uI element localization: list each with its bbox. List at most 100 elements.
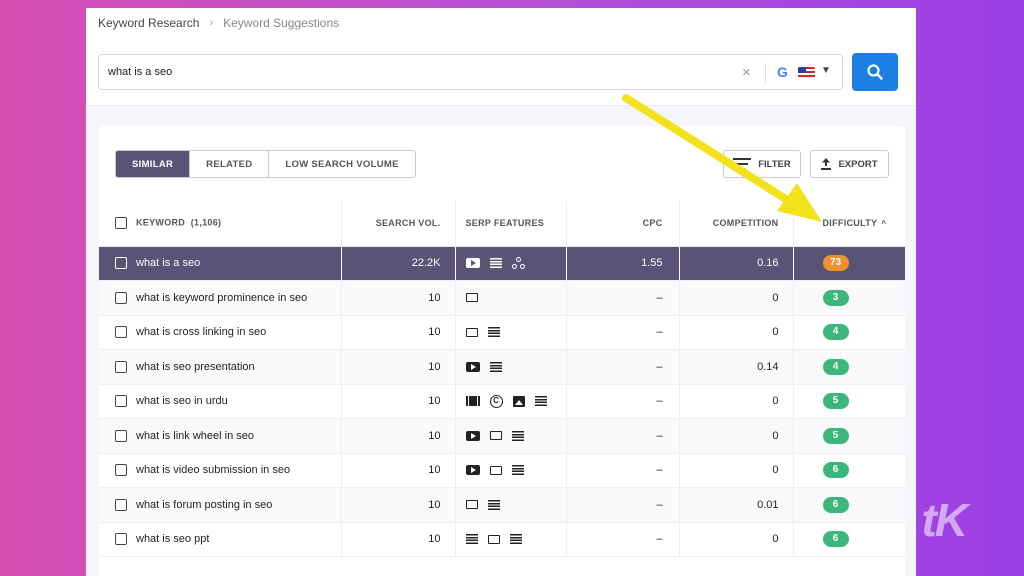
difficulty-cell: 6 bbox=[793, 522, 905, 557]
row-checkbox[interactable] bbox=[115, 360, 127, 373]
filter-button[interactable]: FILTER bbox=[723, 150, 801, 178]
snippet-icon bbox=[465, 327, 478, 337]
table-row[interactable]: what is cross linking in seo 10 –0 4 bbox=[99, 315, 905, 350]
keyword-text[interactable]: what is cross linking in seo bbox=[136, 326, 266, 338]
keyword-text[interactable]: what is keyword prominence in seo bbox=[136, 292, 307, 304]
tab-similar[interactable]: SIMILAR bbox=[116, 151, 191, 177]
table-row[interactable]: what is seo in urdu 10 C –0 5 bbox=[99, 384, 905, 419]
snippet-icon bbox=[465, 293, 478, 303]
us-flag-icon[interactable] bbox=[798, 67, 815, 79]
search-button[interactable] bbox=[852, 53, 898, 91]
row-checkbox[interactable] bbox=[115, 533, 127, 546]
row-checkbox[interactable] bbox=[115, 498, 127, 511]
keyword-cell: what is seo presentation bbox=[99, 349, 342, 385]
serp-features bbox=[465, 430, 524, 441]
row-checkbox[interactable] bbox=[115, 326, 127, 339]
serp-cell bbox=[455, 280, 567, 316]
serp-cell bbox=[455, 246, 567, 281]
cpc-cell: – bbox=[566, 349, 680, 385]
serp-features: C bbox=[465, 394, 547, 408]
difficulty-badge: 4 bbox=[822, 324, 849, 341]
column-difficulty[interactable]: DIFFICULTY ^ bbox=[793, 201, 905, 247]
cpc-cell: – bbox=[566, 453, 680, 488]
tab-low-search-volume[interactable]: LOW SEARCH VOLUME bbox=[269, 151, 414, 177]
list-icon bbox=[487, 499, 500, 510]
keyword-cell: what is seo in urdu bbox=[99, 384, 342, 419]
difficulty-badge: 6 bbox=[822, 496, 849, 513]
keyword-text[interactable]: what is seo in urdu bbox=[136, 395, 228, 407]
serp-cell bbox=[455, 487, 567, 523]
keyword-text[interactable]: what is a seo bbox=[136, 257, 200, 269]
keyword-text[interactable]: what is seo ppt bbox=[136, 533, 209, 545]
chevron-down-icon[interactable]: ▼ bbox=[821, 65, 831, 76]
difficulty-cell: 4 bbox=[793, 315, 905, 350]
search-input[interactable] bbox=[108, 55, 728, 89]
breadcrumb-parent[interactable]: Keyword Research bbox=[98, 16, 199, 30]
table-row[interactable]: what is forum posting in seo 10 –0.01 6 bbox=[99, 487, 905, 523]
competition-cell: 0.16 bbox=[679, 246, 794, 281]
table-row[interactable]: what is link wheel in seo 10 –0 5 bbox=[99, 418, 905, 454]
list-icon bbox=[489, 361, 502, 372]
difficulty-badge: 5 bbox=[822, 393, 849, 410]
app-window: Keyword Research › Keyword Suggestions ×… bbox=[86, 8, 916, 576]
keyword-cell: what is cross linking in seo bbox=[99, 315, 342, 350]
table-row[interactable]: what is seo presentation 10 –0.14 4 bbox=[99, 349, 905, 385]
keyword-cell: what is keyword prominence in seo bbox=[99, 280, 342, 316]
volume-cell: 10 bbox=[341, 384, 456, 419]
serp-cell bbox=[455, 349, 567, 385]
breadcrumb: Keyword Research › Keyword Suggestions bbox=[98, 16, 339, 30]
select-all-checkbox[interactable] bbox=[115, 217, 127, 230]
row-checkbox[interactable] bbox=[115, 464, 127, 477]
table-row[interactable]: what is seo ppt 10 –0 6 bbox=[99, 522, 905, 557]
video-icon bbox=[465, 361, 480, 372]
snippet-icon bbox=[489, 431, 502, 441]
serp-features bbox=[465, 499, 500, 510]
keyword-text[interactable]: what is link wheel in seo bbox=[136, 430, 254, 442]
export-button[interactable]: EXPORT bbox=[810, 150, 889, 178]
column-keyword[interactable]: KEYWORD (1,106) bbox=[99, 201, 342, 247]
difficulty-badge: 4 bbox=[822, 358, 849, 375]
row-checkbox[interactable] bbox=[115, 257, 127, 270]
close-icon[interactable]: × bbox=[742, 64, 751, 81]
table-row[interactable]: what is keyword prominence in seo 10 –0 3 bbox=[99, 280, 905, 316]
keyword-text[interactable]: what is video submission in seo bbox=[136, 464, 290, 476]
snippet-icon bbox=[489, 465, 502, 475]
keyword-text[interactable]: what is seo presentation bbox=[136, 361, 255, 373]
tab-related[interactable]: RELATED bbox=[190, 151, 270, 177]
keyword-text[interactable]: what is forum posting in seo bbox=[136, 499, 272, 511]
competition-cell: 0 bbox=[679, 522, 794, 557]
cpc-cell: – bbox=[566, 315, 680, 350]
keyword-cell: what is link wheel in seo bbox=[99, 418, 342, 454]
list-icon bbox=[534, 396, 547, 407]
google-icon[interactable]: G bbox=[777, 64, 788, 80]
competition-cell: 0 bbox=[679, 384, 794, 419]
serp-features bbox=[465, 327, 500, 338]
list-icon bbox=[465, 534, 478, 545]
snippet-icon bbox=[487, 534, 500, 544]
table-row[interactable]: what is a seo 22.2K 1.55 0.16 73 bbox=[99, 246, 905, 281]
serp-cell bbox=[455, 522, 567, 557]
row-checkbox[interactable] bbox=[115, 395, 127, 408]
competition-cell: 0.14 bbox=[679, 349, 794, 385]
column-cpc[interactable]: CPC bbox=[566, 201, 680, 247]
breadcrumb-current: Keyword Suggestions bbox=[223, 16, 340, 30]
column-search-volume[interactable]: SEARCH VOL. bbox=[341, 201, 456, 247]
list-icon bbox=[511, 465, 524, 476]
table-row[interactable]: what is video submission in seo 10 –0 6 bbox=[99, 453, 905, 488]
search-box: × G ▼ bbox=[98, 54, 843, 90]
row-checkbox[interactable] bbox=[115, 429, 127, 442]
sort-asc-icon[interactable]: ^ bbox=[881, 219, 886, 228]
upload-icon bbox=[821, 158, 832, 170]
keyword-cell: what is seo ppt bbox=[99, 522, 342, 557]
results-panel: SIMILAR RELATED LOW SEARCH VOLUME FILTER… bbox=[99, 126, 905, 576]
list-icon bbox=[509, 534, 522, 545]
video-icon bbox=[465, 430, 480, 441]
image-icon bbox=[512, 395, 525, 407]
tab-group: SIMILAR RELATED LOW SEARCH VOLUME bbox=[115, 150, 416, 178]
cpc-cell: – bbox=[566, 418, 680, 454]
difficulty-cell: 6 bbox=[793, 453, 905, 488]
column-serp-features[interactable]: SERP FEATURES bbox=[455, 201, 567, 247]
difficulty-badge: 5 bbox=[822, 427, 849, 444]
column-competition[interactable]: COMPETITION bbox=[679, 201, 794, 247]
row-checkbox[interactable] bbox=[115, 291, 127, 304]
